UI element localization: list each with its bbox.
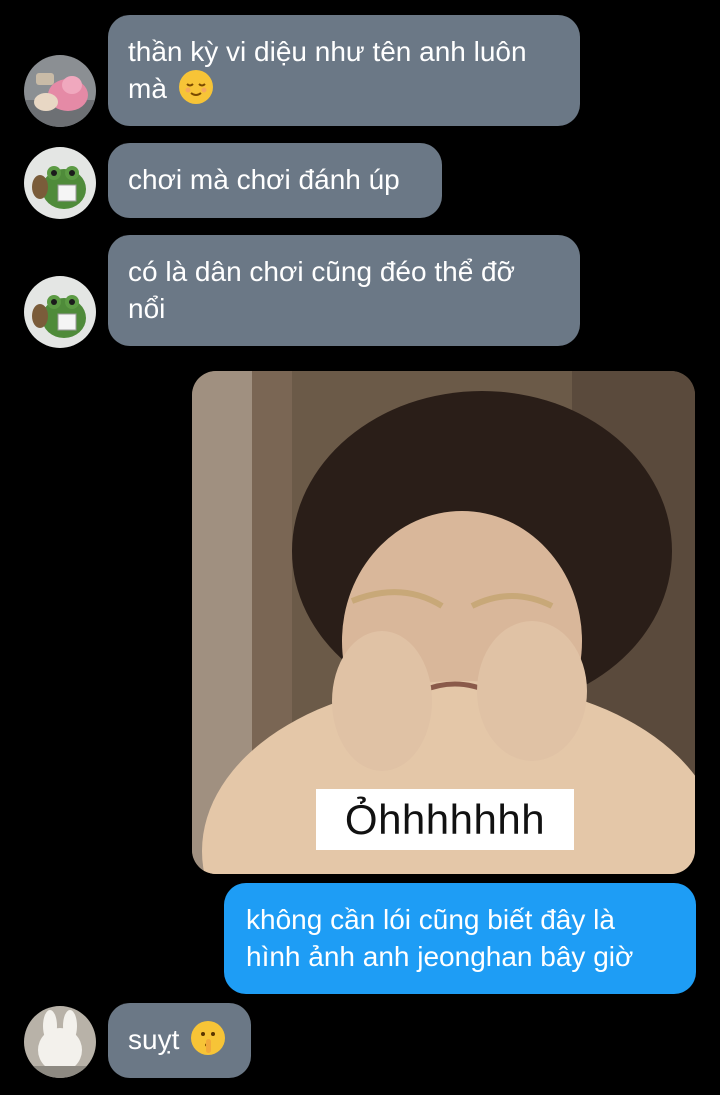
message-bubble-incoming[interactable]: chơi mà chơi đánh úp xyxy=(108,143,442,218)
message-text: chơi mà chơi đánh úp xyxy=(128,164,400,195)
image-caption: Ỏhhhhhhh xyxy=(316,789,574,850)
message-bubble-incoming[interactable]: thần kỳ vi diệu như tên anh luôn mà xyxy=(108,15,580,126)
message-text-line2: mà xyxy=(128,70,558,107)
message-text: suỵt xyxy=(128,1024,180,1055)
avatar-white-bunny[interactable] xyxy=(24,1006,96,1078)
message-text-line2: hình ảnh anh jeonghan bây giờ xyxy=(246,941,634,972)
message-bubble-incoming[interactable]: có là dân chơi cũng đéo thể đỡ nổi xyxy=(108,235,580,346)
message-bubble-incoming[interactable]: suỵt xyxy=(108,1003,251,1078)
message-text: thần kỳ vi diệu như tên anh luôn xyxy=(128,36,527,67)
shushing-face-emoji xyxy=(191,1021,226,1055)
message-text: không cần lói cũng biết đây là xyxy=(246,904,615,935)
message-bubble-outgoing[interactable]: không cần lói cũng biết đây là hình ảnh … xyxy=(224,883,696,994)
avatar-frog[interactable] xyxy=(24,147,96,219)
avatar-pink-toy[interactable] xyxy=(24,55,96,127)
message-text: có là dân chơi cũng đéo thể đỡ xyxy=(128,256,515,287)
avatar-frog[interactable] xyxy=(24,276,96,348)
relieved-face-emoji xyxy=(178,70,213,104)
image-message[interactable]: Ỏhhhhhhh xyxy=(192,371,695,874)
message-text-line2: nổi xyxy=(128,293,166,324)
